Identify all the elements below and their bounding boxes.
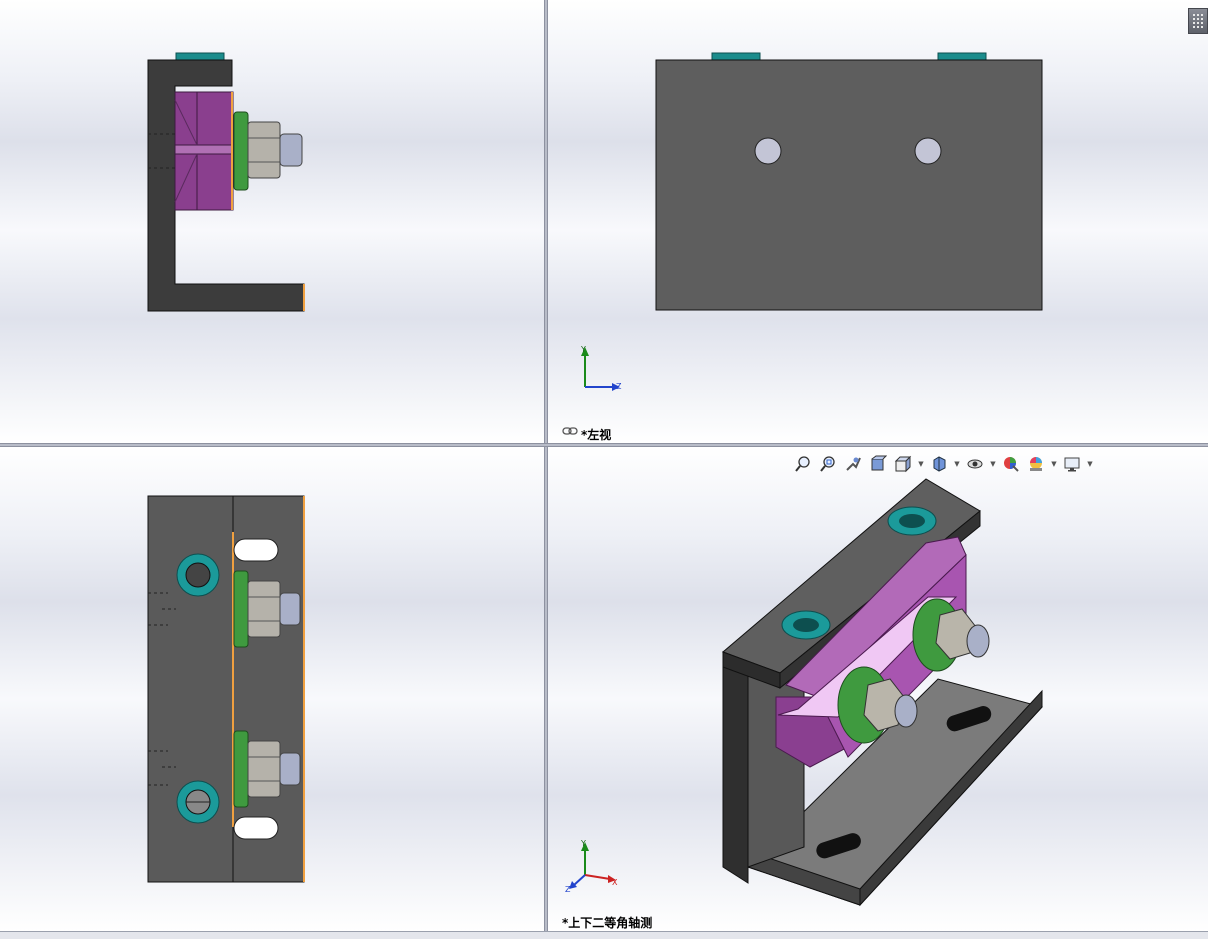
bolt-tip xyxy=(279,592,301,626)
viewport-front[interactable] xyxy=(0,0,544,443)
triad-z-label: Z xyxy=(565,885,571,894)
bracket-side xyxy=(147,495,234,883)
link-icon xyxy=(562,427,578,441)
bolt-tip xyxy=(966,624,990,658)
hex-nut xyxy=(247,740,281,798)
bolt-hole xyxy=(914,137,942,165)
viewport-splitter-horizontal[interactable] xyxy=(0,443,1208,447)
left-view-drawing: Y Z xyxy=(580,52,1043,391)
viewport-left[interactable]: Y Z *左视 xyxy=(548,0,1208,443)
slot xyxy=(233,816,279,840)
slot xyxy=(233,538,279,562)
triad-y-label: Y xyxy=(580,345,586,354)
viewport-splitter-vertical[interactable] xyxy=(544,0,548,939)
coordinate-triad: Y X Z xyxy=(565,839,618,894)
bolt-tip xyxy=(279,752,301,786)
viewport-menu-button[interactable] xyxy=(1188,8,1208,34)
vertical-wall-edge xyxy=(722,651,749,884)
triad-z-label: Z xyxy=(616,382,622,391)
green-washer xyxy=(233,570,249,648)
hex-nut xyxy=(247,121,281,179)
green-washer xyxy=(233,111,249,191)
view-label-isometric: *上下二等角轴测 xyxy=(562,914,652,931)
triad-x-label: X xyxy=(612,878,618,887)
grid-icon xyxy=(1193,14,1203,28)
view-label-text: *上下二等角轴测 xyxy=(562,916,653,930)
bolt-tip xyxy=(894,694,918,728)
viewport-isometric[interactable]: ▼ ▼ ▼ ▼ ▼ Y X Z *上下二等角轴测 xyxy=(548,447,1208,931)
top-view-drawing xyxy=(147,495,305,883)
bolt-tip xyxy=(279,133,303,167)
bottom-strip xyxy=(0,931,1208,939)
isometric-view-drawing: Y X Z xyxy=(565,478,1043,907)
green-washer xyxy=(233,730,249,808)
view-label-left: *左视 xyxy=(562,426,611,443)
front-view-drawing xyxy=(147,52,305,312)
hex-nut xyxy=(247,580,281,638)
viewport-top[interactable] xyxy=(0,447,544,931)
triad-y-label: Y xyxy=(580,839,586,848)
bolt-hole xyxy=(754,137,782,165)
bracket-face xyxy=(655,59,1043,311)
coordinate-triad: Y Z xyxy=(580,345,622,391)
view-label-text: *左视 xyxy=(581,428,612,442)
